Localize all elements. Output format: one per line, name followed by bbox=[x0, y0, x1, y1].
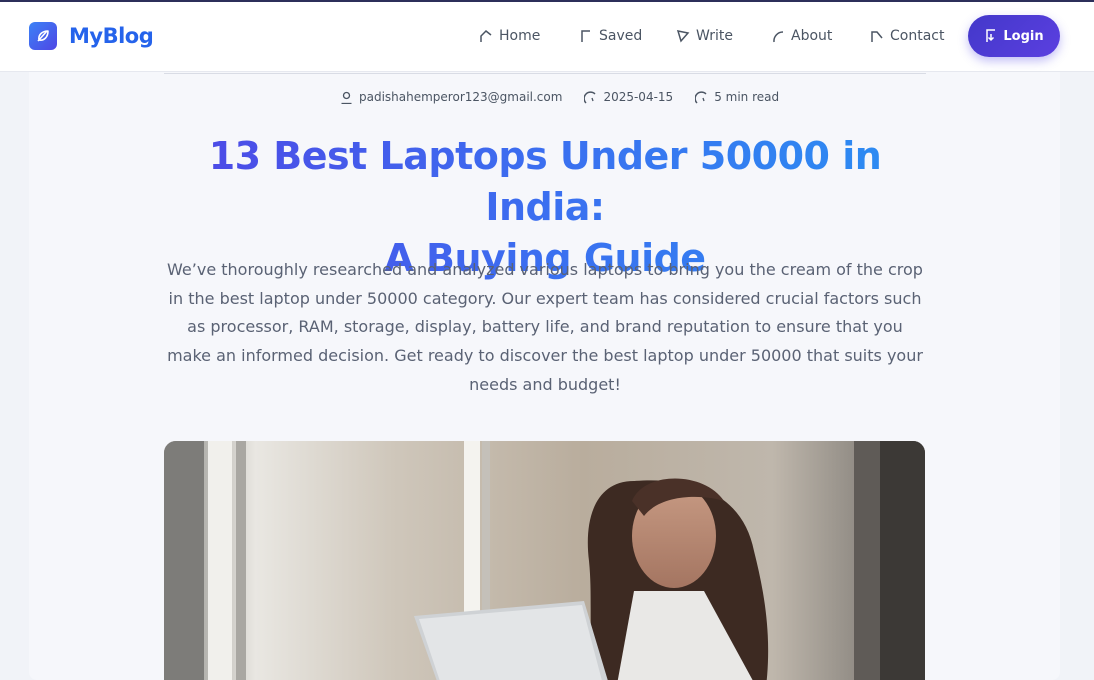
top-accent-line bbox=[0, 0, 1094, 2]
nav-contact[interactable]: Contact bbox=[870, 26, 950, 46]
nav-contact-label: Contact bbox=[890, 28, 945, 44]
home-icon bbox=[479, 29, 493, 43]
nav-home-label: Home bbox=[499, 28, 541, 44]
user-icon bbox=[340, 91, 353, 104]
meta-date: 2025-04-15 bbox=[583, 90, 674, 104]
bookmark-icon bbox=[579, 29, 593, 43]
nav-home[interactable]: Home bbox=[479, 26, 579, 46]
divider bbox=[164, 73, 926, 74]
meta-date-text: 2025-04-15 bbox=[603, 90, 674, 104]
hero-photo bbox=[164, 441, 925, 680]
main-nav: Home Saved Write About Contact bbox=[479, 26, 950, 46]
brand-link[interactable]: MyBlog bbox=[29, 22, 154, 50]
clock-icon bbox=[694, 90, 708, 104]
title-line-1: 13 Best Laptops Under 50000 in India: bbox=[208, 134, 882, 229]
meta-author: padishahemperor123@gmail.com bbox=[340, 90, 562, 104]
hero-image bbox=[164, 441, 925, 680]
nav-about-label: About bbox=[791, 28, 833, 44]
brand-name: MyBlog bbox=[69, 24, 154, 48]
meta-author-text: padishahemperor123@gmail.com bbox=[359, 90, 563, 104]
login-label: Login bbox=[1003, 28, 1044, 44]
article-intro: We’ve thoroughly researched and analyzed… bbox=[167, 260, 923, 394]
feather-icon bbox=[29, 22, 57, 50]
site-header: MyBlog Home Saved Write About Contact Lo… bbox=[0, 0, 1094, 72]
mail-icon bbox=[870, 29, 884, 43]
login-icon bbox=[984, 28, 998, 44]
calendar-icon bbox=[583, 90, 597, 104]
login-button[interactable]: Login bbox=[968, 15, 1060, 57]
nav-write-label: Write bbox=[696, 28, 733, 44]
info-icon bbox=[771, 29, 785, 43]
meta-read-time-text: 5 min read bbox=[714, 90, 780, 104]
nav-saved[interactable]: Saved bbox=[579, 26, 676, 46]
meta-read-time: 5 min read bbox=[694, 90, 780, 104]
nav-about[interactable]: About bbox=[771, 26, 870, 46]
pen-icon bbox=[676, 29, 690, 43]
nav-write[interactable]: Write bbox=[676, 26, 771, 46]
nav-saved-label: Saved bbox=[599, 28, 643, 44]
article-meta: padishahemperor123@gmail.com 2025-04-15 … bbox=[340, 90, 779, 104]
